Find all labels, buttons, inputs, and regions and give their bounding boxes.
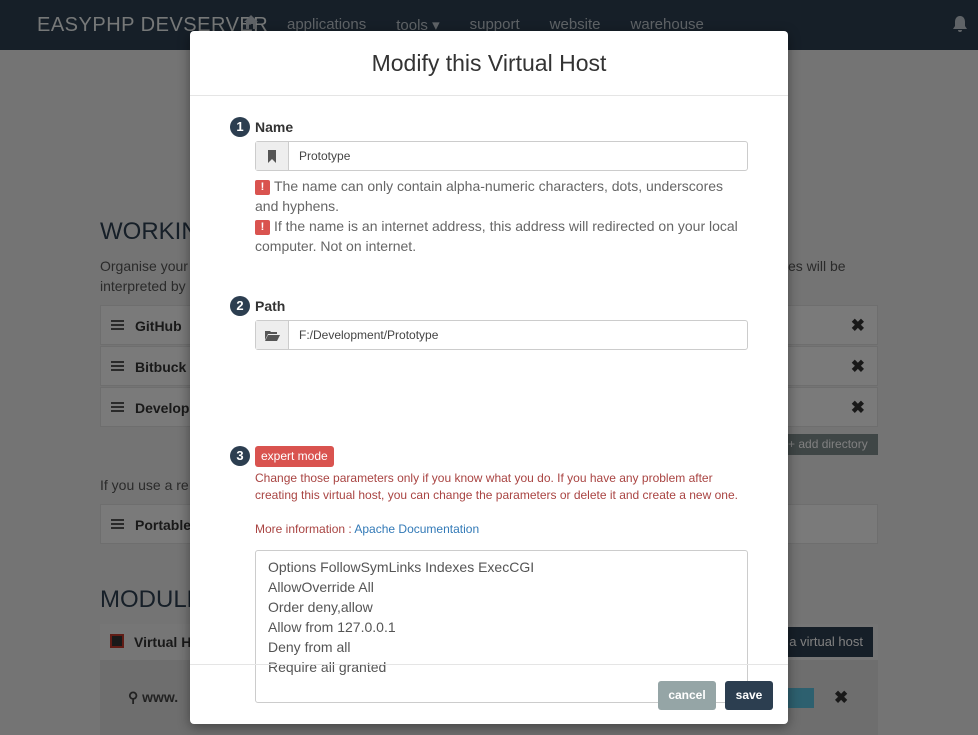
warning-icon: ! (255, 220, 270, 235)
name-input[interactable] (289, 142, 747, 170)
config-line: Options FollowSymLinks Indexes ExecCGI (268, 559, 535, 575)
expert-warning: Change those parameters only if you know… (255, 471, 738, 502)
config-line: Deny from all (268, 639, 351, 655)
modal-body: 1 Name !The name can only contain alpha-… (190, 96, 788, 703)
step-label: Name (255, 119, 294, 135)
modal-header: Modify this Virtual Host (190, 31, 788, 96)
modify-vhost-modal: Modify this Virtual Host 1 Name !The nam… (190, 31, 788, 724)
modal-title: Modify this Virtual Host (371, 50, 607, 76)
step-name: 1 Name (230, 117, 293, 137)
step-path: 2 Path (230, 296, 285, 316)
warning-icon: ! (255, 180, 270, 195)
apache-documentation-link[interactable]: Apache Documentation (354, 522, 479, 536)
config-line: Order deny,allow (268, 599, 373, 615)
expert-mode-badge: expert mode (255, 446, 334, 467)
save-button[interactable]: save (725, 681, 773, 710)
path-input[interactable] (289, 321, 747, 349)
folder-open-icon (256, 321, 289, 349)
name-warning: ! The name can only contain alpha-numeric… (255, 178, 724, 214)
step-number-badge: 2 (230, 296, 250, 316)
step-number-badge: 3 (230, 446, 250, 466)
name-input-group (255, 141, 748, 171)
step-label: Path (255, 298, 286, 314)
config-line: AllowOverride All (268, 579, 374, 595)
more-information: More information : Apache Documentation (255, 522, 480, 536)
name-warning: ! If the name is an internet address, thi… (255, 218, 738, 254)
path-input-group (255, 320, 748, 350)
cancel-button[interactable]: cancel (658, 681, 716, 710)
modal-footer: cancel save (190, 664, 788, 724)
step-number-badge: 1 (230, 117, 250, 137)
step-expert: 3 (230, 446, 255, 466)
config-line: Allow from 127.0.0.1 (268, 619, 396, 635)
bookmark-icon (256, 142, 289, 170)
